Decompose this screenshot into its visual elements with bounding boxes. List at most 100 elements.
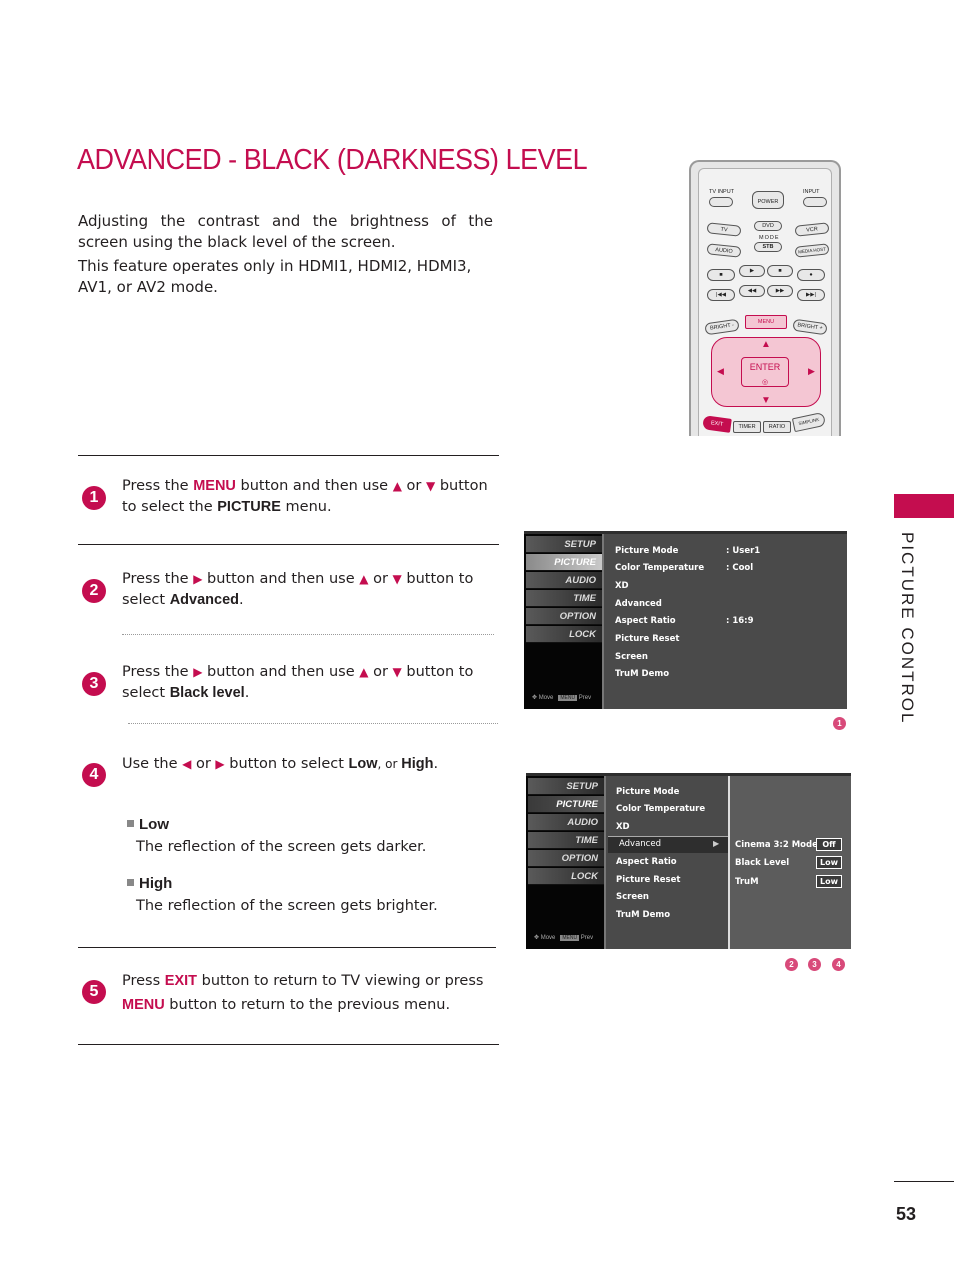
text: button to select: [224, 756, 349, 772]
enter-label: ENTER: [749, 362, 781, 372]
step-number: 3: [82, 672, 106, 696]
osd-item-value: : Cool: [726, 563, 754, 573]
enter-button: ENTER ◎: [741, 357, 789, 387]
text: Use the: [122, 756, 183, 772]
next-button: ▶▶|: [797, 289, 825, 301]
text: Press the: [122, 478, 194, 494]
section-tab-label: PICTURE CONTROL: [898, 532, 917, 725]
timer-label: TIMER: [738, 424, 756, 430]
intro-paragraph: This feature operates only in HDMI1, HDM…: [78, 257, 472, 296]
exit-button: EXIT: [702, 415, 732, 433]
osd-item: Aspect Ratio: [615, 616, 676, 626]
submenu-arrow-icon: ▶: [713, 839, 720, 848]
dvd-mode-button: DVD: [754, 221, 782, 231]
osd-tab-setup: SETUP: [528, 778, 604, 795]
down-arrow-icon: ▼: [392, 665, 402, 679]
bullet-icon: [127, 820, 134, 827]
osd-footer: ✥ Move MENU Prev: [534, 934, 593, 941]
step-reference-badge: 1: [833, 717, 846, 730]
submenu-item: Cinema 3:2 Mode: [735, 840, 818, 850]
bright-minus-button: BRIGHT -: [704, 318, 740, 336]
media-host-button: MEDIA HOST: [794, 243, 830, 258]
play-button: ▶: [739, 265, 765, 277]
simplink-button: SIMPLINK: [791, 411, 827, 433]
text: or: [368, 664, 393, 680]
osd-footer: ✥ Move MENU Prev: [532, 694, 591, 701]
osd-tab-time: TIME: [528, 832, 604, 849]
page-title: ADVANCED - BLACK (DARKNESS) LEVEL: [77, 144, 588, 176]
text: button to return to TV viewing or press: [197, 973, 484, 989]
option-low-description: The reflection of the screen gets darker…: [136, 839, 427, 855]
black-level-label: Black level: [169, 685, 245, 701]
osd-tab-lock: LOCK: [526, 626, 602, 643]
dotted-divider: [122, 634, 494, 635]
osd-item: Aspect Ratio: [616, 857, 677, 867]
down-arrow-icon: ▼: [761, 395, 771, 406]
osd-tab-audio: AUDIO: [526, 572, 602, 589]
rewind-icon: ◀◀: [747, 288, 757, 294]
step-number: 4: [82, 763, 106, 787]
remote-control-illustration: TV INPUT POWER INPUT TV DVD VCR MODE AUD…: [689, 160, 841, 436]
step-4-text: Use the ◀ or ▶ button to select Low, or …: [122, 754, 492, 775]
osd-item: Picture Mode: [616, 787, 680, 797]
intro: Adjusting the contrast and the brightnes…: [78, 211, 493, 301]
stb-mode-button: STB: [754, 242, 782, 252]
osd-category-panel: SETUP PICTURE AUDIO TIME OPTION LOCK ✥ M…: [524, 534, 604, 709]
down-arrow-icon: ▼: [392, 572, 402, 586]
divider: [78, 947, 496, 948]
menu-key-label: MENU: [193, 478, 236, 494]
osd-item: TruM Demo: [615, 669, 670, 679]
page-number: 53: [896, 1204, 917, 1224]
osd-category-panel: SETUP PICTURE AUDIO TIME OPTION LOCK ✥ M…: [526, 776, 606, 949]
menu-key-icon: MENU: [560, 935, 580, 941]
bright-plus-button: BRIGHT +: [792, 318, 828, 336]
option-name: Low: [139, 816, 169, 833]
text: , or: [377, 757, 402, 771]
divider: [78, 544, 499, 545]
down-arrow-icon: ▼: [426, 479, 436, 493]
osd-item: Picture Mode: [615, 546, 679, 556]
text: Press the: [122, 664, 194, 680]
osd-item: Advanced: [615, 599, 662, 609]
move-icon: ✥: [534, 935, 541, 941]
dotted-divider: [128, 723, 498, 724]
text: Press: [122, 973, 165, 989]
osd-tab-option: OPTION: [526, 608, 602, 625]
osd-item-value: : User1: [726, 546, 761, 556]
text: .: [433, 756, 439, 772]
prev-hint: Prev: [580, 935, 594, 941]
exit-label: EXIT: [710, 420, 724, 428]
skip-forward-icon: ▶▶|: [806, 292, 816, 298]
divider: [78, 1044, 499, 1045]
step-reference-badge: 4: [832, 958, 845, 971]
submenu-item: TruM: [735, 877, 759, 887]
osd-submenu-panel: Cinema 3:2 Mode Off Black Level Low TruM…: [728, 776, 851, 949]
osd-item-selected: Advanced: [619, 839, 661, 849]
osd-item: Picture Reset: [616, 875, 681, 885]
osd-screen-picture-menu: SETUP PICTURE AUDIO TIME OPTION LOCK ✥ M…: [524, 531, 847, 709]
bright-plus-label: BRIGHT +: [796, 322, 823, 332]
skip-back-icon: |◀◀: [716, 292, 726, 298]
option-high-heading: High: [127, 874, 172, 892]
up-arrow-icon: ▲: [761, 339, 771, 350]
simplink-label: SIMPLINK: [798, 416, 820, 427]
bullet-icon: [127, 879, 134, 886]
right-arrow-icon: ▶: [808, 366, 815, 376]
text: or: [401, 478, 426, 494]
pause-icon: ■: [778, 268, 782, 274]
text: or: [191, 756, 216, 772]
input-button: [803, 197, 827, 207]
audio-mode-button: AUDIO: [706, 243, 742, 258]
enter-dot-icon: ◎: [761, 379, 769, 386]
option-low-heading: Low: [127, 815, 169, 833]
step-1-text: Press the MENU button and then use ▲ or …: [122, 476, 492, 518]
osd-item: XD: [616, 822, 630, 832]
text: .: [244, 685, 250, 701]
osd-screen-advanced-menu: SETUP PICTURE AUDIO TIME OPTION LOCK ✥ M…: [526, 773, 851, 949]
osd-item-value: : 16:9: [726, 616, 754, 626]
osd-tab-picture: PICTURE: [526, 554, 602, 571]
osd-tab-picture: PICTURE: [528, 796, 604, 813]
rewind-button: ◀◀: [739, 285, 765, 297]
dvd-label: DVD: [762, 223, 774, 229]
prev-hint: Prev: [578, 695, 592, 701]
